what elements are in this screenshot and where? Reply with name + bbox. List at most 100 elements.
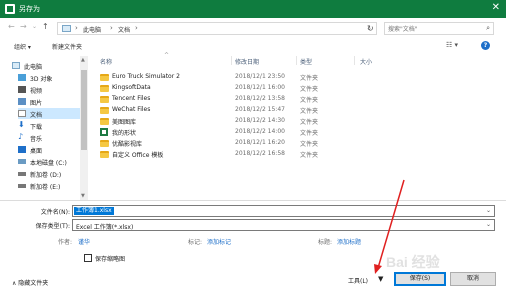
pane-divider <box>0 200 506 201</box>
file-date: 2018/12/2 14:00 <box>235 128 285 135</box>
help-icon[interactable]: ? <box>481 41 490 50</box>
file-type: 文件夹 <box>300 108 319 115</box>
sidebar-item-music[interactable]: ♪ 音乐 <box>18 132 80 143</box>
tags-field[interactable]: 添加标记 <box>207 237 231 246</box>
sidebar-item-3d-objects[interactable]: 3D 对象 <box>18 72 80 83</box>
filename-input[interactable]: 工作簿1.xlsx <box>74 207 114 215</box>
file-date: 2018/12/2 14:30 <box>235 117 285 124</box>
forward-icon[interactable]: → <box>20 22 27 31</box>
up-icon[interactable]: ↑ <box>42 22 49 31</box>
sidebar-item-drive-d[interactable]: 新加卷 (D:) <box>18 168 80 179</box>
view-options-icon[interactable]: ☷ ▾ <box>446 41 458 49</box>
sidebar-item-drive-c[interactable]: 本地磁盘 (C:) <box>18 156 80 167</box>
file-date: 2018/12/2 13:58 <box>235 95 285 102</box>
sidebar-item-label: 下载 <box>30 124 43 131</box>
column-separator[interactable] <box>296 56 297 65</box>
filetype-value: Excel 工作簿(*.xlsx) <box>76 224 134 231</box>
scroll-up-icon[interactable]: ▲ <box>81 57 85 63</box>
sidebar-scrollbar[interactable]: ▲ ▼ <box>80 56 88 200</box>
sidebar-item-label: 此电脑 <box>24 64 43 71</box>
file-type: 文件夹 <box>300 141 319 148</box>
filetype-select[interactable]: Excel 工作簿(*.xlsx) ⌄ <box>72 219 495 231</box>
drive-icon <box>18 159 26 164</box>
file-date: 2018/12/1 23:50 <box>235 73 285 80</box>
search-input[interactable] <box>388 24 478 34</box>
file-row[interactable]: Tencent Files 2018/12/2 13:58 文件夹 <box>92 94 372 104</box>
watermark-logo: Bai 经验 <box>386 254 440 270</box>
sidebar-item-videos[interactable]: 视频 <box>18 84 80 95</box>
file-row[interactable]: 我的形状 2018/12/2 14:00 文件夹 <box>92 127 372 137</box>
title-label: 标题: <box>318 239 333 246</box>
file-row[interactable]: Euro Truck Simulator 2 2018/12/1 23:50 文… <box>92 72 372 82</box>
window-title: 另存为 <box>19 5 40 13</box>
chevron-down-icon[interactable]: ⌄ <box>486 221 491 228</box>
sidebar-item-documents[interactable]: 文档 <box>18 108 80 119</box>
history-dropdown-icon[interactable]: ⌄ <box>32 23 37 30</box>
column-header-type[interactable]: 类型 <box>300 57 312 66</box>
computer-icon <box>62 25 71 32</box>
sidebar-item-desktop[interactable]: 桌面 <box>18 144 80 155</box>
chevron-down-icon[interactable]: ⌄ <box>486 207 491 214</box>
back-icon[interactable]: ← <box>8 22 15 31</box>
search-field[interactable]: ⌕ <box>384 22 494 35</box>
file-name: 我的形状 <box>112 130 137 137</box>
folder-icon <box>100 74 109 81</box>
close-icon[interactable]: ✕ <box>492 2 500 13</box>
folder-icon <box>100 107 109 114</box>
save-button[interactable]: 保存(S) <box>394 272 446 286</box>
sidebar-item-label: 新加卷 (E:) <box>30 184 61 191</box>
breadcrumb-this-pc[interactable]: 此电脑 <box>83 25 101 34</box>
tools-button[interactable]: 工具(L) <box>348 276 368 285</box>
video-icon <box>18 86 26 93</box>
file-type: 文件夹 <box>300 75 319 82</box>
command-toolbar: 组织 ▾ 新建文件夹 ☷ ▾ ? <box>0 38 506 54</box>
file-name: KingsoftData <box>112 84 151 91</box>
file-date: 2018/12/2 15:47 <box>235 106 285 113</box>
music-icon: ♪ <box>18 132 24 141</box>
sidebar-item-downloads[interactable]: ⬇ 下载 <box>18 120 80 131</box>
sidebar-item-drive-e[interactable]: 新加卷 (E:) <box>18 180 80 191</box>
column-separator[interactable] <box>354 56 355 65</box>
excel-folder-icon <box>100 128 108 136</box>
thumbnail-checkbox[interactable] <box>84 254 92 262</box>
file-row[interactable]: WeChat Files 2018/12/2 15:47 文件夹 <box>92 105 372 115</box>
file-type: 文件夹 <box>300 86 319 93</box>
refresh-icon[interactable]: ↻ <box>367 24 374 33</box>
hide-folders-toggle[interactable]: ∧ 隐藏文件夹 <box>12 278 48 287</box>
tools-dropdown-icon[interactable]: ▼ <box>378 275 383 283</box>
file-row[interactable]: 美图图库 2018/12/2 14:30 文件夹 <box>92 116 372 126</box>
author-field[interactable]: 谨华 <box>78 237 90 246</box>
sidebar-item-label: 3D 对象 <box>30 76 53 83</box>
file-row[interactable]: 优酷影视库 2018/12/1 16:20 文件夹 <box>92 138 372 148</box>
address-bar[interactable]: › 此电脑 › 文档 › ⌄ <box>57 22 377 35</box>
sidebar-item-label: 音乐 <box>30 136 43 143</box>
scroll-down-icon[interactable]: ▼ <box>81 193 85 199</box>
file-row[interactable]: 自定义 Office 模板 2018/12/2 16:58 文件夹 <box>92 149 372 159</box>
file-name: Euro Truck Simulator 2 <box>112 73 180 80</box>
cancel-button[interactable]: 取消 <box>450 272 496 286</box>
organize-button[interactable]: 组织 ▾ <box>14 42 31 51</box>
drive-icon <box>18 172 26 176</box>
computer-icon <box>12 62 20 69</box>
breadcrumb-documents[interactable]: 文档 <box>118 25 130 34</box>
file-list: ^ 名称 修改日期 类型 大小 Euro Truck Simulator 2 2… <box>92 52 492 200</box>
file-date: 2018/12/1 16:20 <box>235 139 285 146</box>
file-row[interactable]: KingsoftData 2018/12/1 16:00 文件夹 <box>92 83 372 93</box>
sidebar-item-label: 视频 <box>30 88 43 95</box>
title-field[interactable]: 添加标题 <box>337 237 361 246</box>
sort-caret-icon: ^ <box>164 52 170 59</box>
column-header-name[interactable]: 名称 <box>100 57 112 66</box>
column-header-date[interactable]: 修改日期 <box>235 57 259 66</box>
folder-icon <box>100 151 109 158</box>
sidebar-item-pictures[interactable]: 图片 <box>18 96 80 107</box>
scrollbar-thumb[interactable] <box>81 70 87 150</box>
document-icon <box>18 110 26 117</box>
column-separator[interactable] <box>231 56 232 65</box>
chevron-right-icon: › <box>75 24 78 32</box>
file-date: 2018/12/1 16:00 <box>235 84 285 91</box>
filename-field[interactable]: 工作簿1.xlsx ⌄ <box>72 205 495 217</box>
sidebar-item-this-pc[interactable]: 此电脑 <box>12 60 74 71</box>
search-icon: ⌕ <box>486 24 490 32</box>
new-folder-button[interactable]: 新建文件夹 <box>52 42 82 51</box>
column-header-size[interactable]: 大小 <box>360 57 372 66</box>
